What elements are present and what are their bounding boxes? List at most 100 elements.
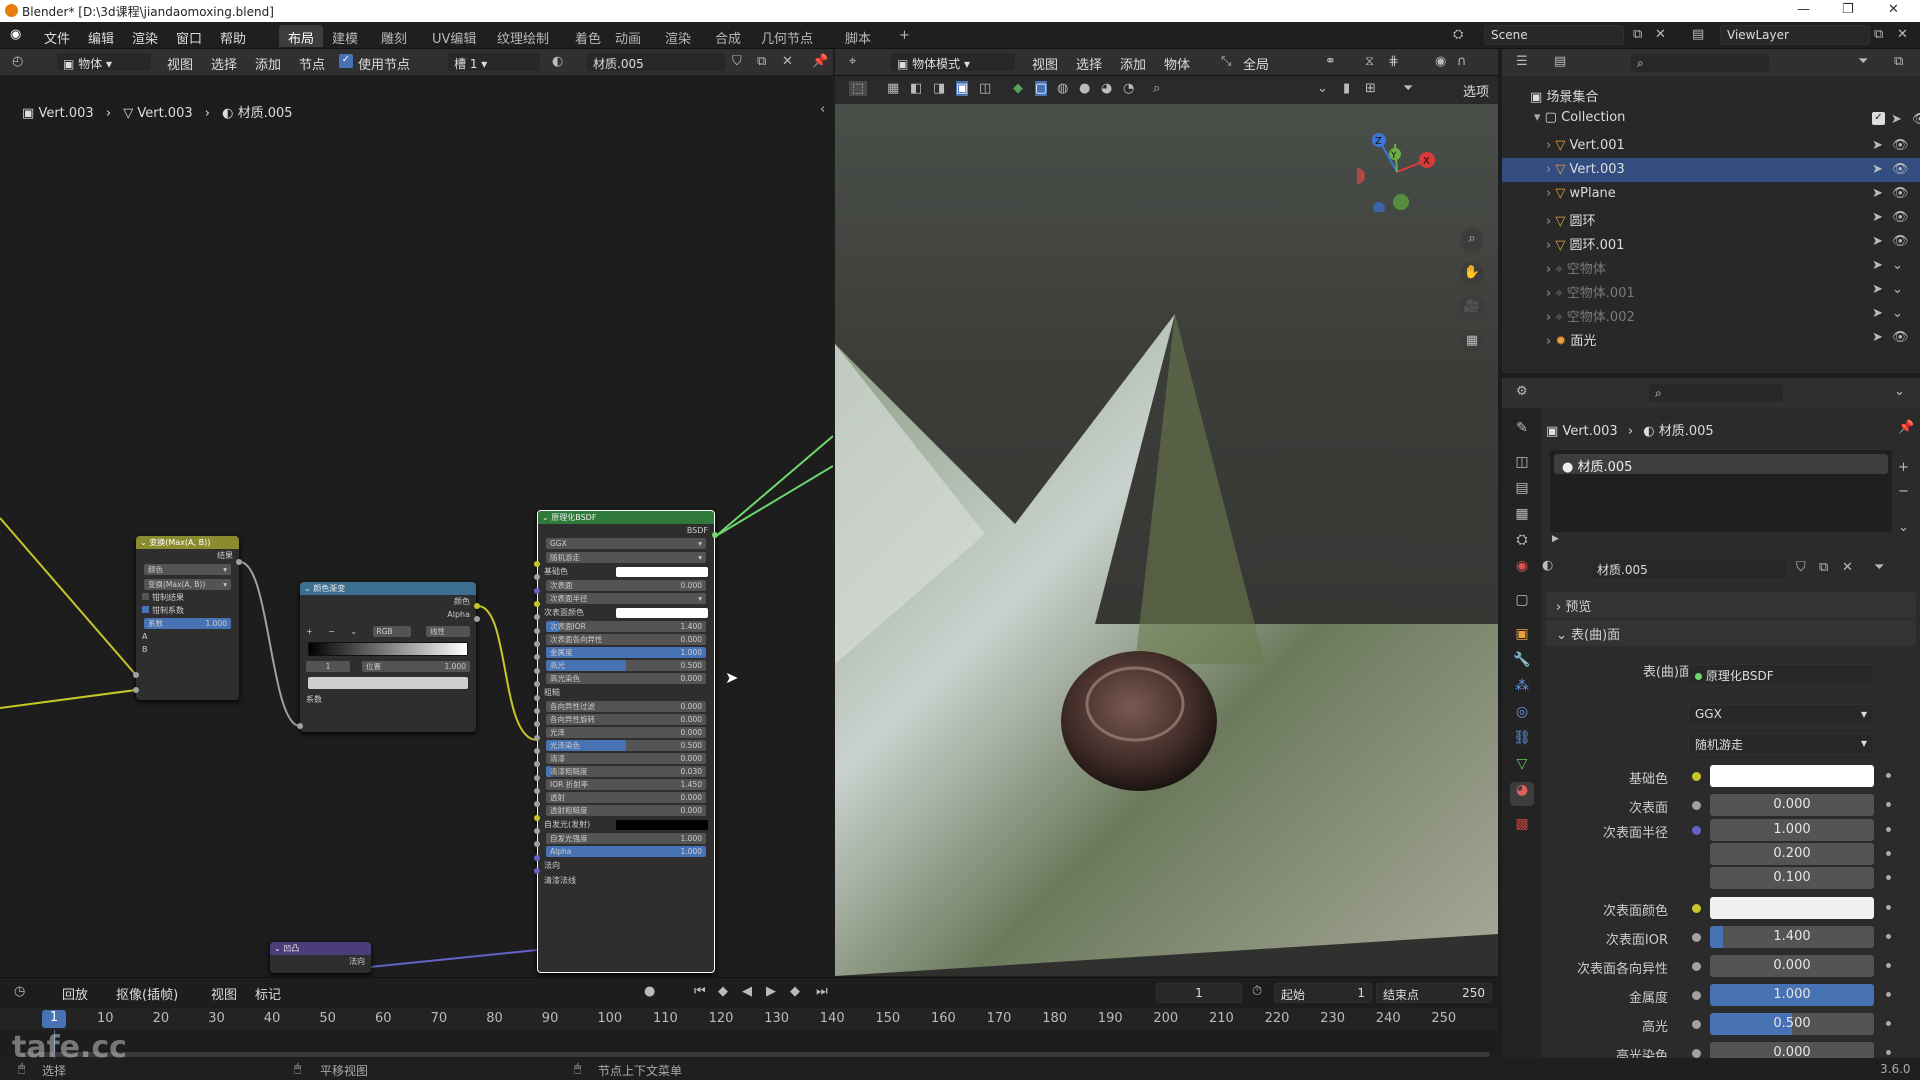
bsdf-value-field[interactable]: 次表面 0.000 [546, 580, 706, 591]
bsdf-value-field[interactable]: 清漆 0.000 [546, 753, 706, 764]
viewport-menu-object[interactable]: 物体 [1164, 54, 1190, 73]
collection-select-icon[interactable]: ➤ [1891, 112, 1902, 127]
visibility-icon[interactable]: ⌄ [1892, 282, 1903, 297]
viewport-menu-view[interactable]: 视图 [1032, 54, 1058, 73]
viewlayer-remove-icon[interactable]: ✕ [1897, 27, 1908, 42]
outliner-item[interactable]: › ⌖ 空物体.001 ➤ ⌄ [1502, 278, 1920, 302]
workspace-tab[interactable]: 几何节点 [752, 25, 822, 47]
math-operation-select[interactable]: 变换(Max(A, B)) ▾ [144, 579, 231, 590]
socket-dot-icon[interactable] [1692, 1049, 1701, 1058]
menu-item[interactable]: 窗口 [176, 28, 202, 47]
select-toggle-icon[interactable]: ➤ [1872, 234, 1883, 249]
ramp-add-icon[interactable]: + [306, 627, 313, 636]
overlay-icon[interactable]: ⌄ [1317, 81, 1328, 96]
visibility-icon[interactable]: 👁 [1892, 138, 1909, 153]
scene-icon[interactable]: ⛭ [1453, 27, 1463, 42]
select-tool-icon[interactable]: ⬚ [849, 81, 867, 96]
clamp-factor-row[interactable]: 钳制系数 [136, 604, 239, 617]
menu-item[interactable]: 帮助 [220, 28, 246, 47]
workspace-tab[interactable]: 雕刻 [372, 25, 416, 47]
expand-arrow-icon[interactable]: › [1546, 286, 1555, 301]
select-intersect-icon[interactable]: ◫ [979, 81, 991, 96]
bsdf-header[interactable]: ⌄ 原理化BSDF [538, 511, 714, 524]
socket-dot-icon[interactable] [1692, 962, 1701, 971]
play-reverse-icon[interactable]: ◀ [742, 984, 752, 999]
material-name-field[interactable]: 材质.005 [586, 52, 726, 72]
timeline-track-area[interactable] [0, 1030, 1498, 1060]
keyframe-dot-icon[interactable] [1886, 905, 1891, 910]
material-browse-props-icon[interactable]: ◐ [1542, 558, 1553, 573]
viewport-menu-add[interactable]: 添加 [1120, 54, 1146, 73]
math-factor-field[interactable]: 系数 1.000 [144, 618, 231, 629]
bsdf-input-socket[interactable] [534, 774, 540, 781]
visibility-icon[interactable]: ⌄ [1892, 306, 1903, 321]
select-toggle-icon[interactable]: ➤ [1872, 186, 1883, 201]
material-browse-icon[interactable]: ◐ [552, 54, 563, 69]
material-slot-item[interactable]: ● 材质.005 [1554, 454, 1888, 475]
node-menu-select[interactable]: 选择 [211, 54, 237, 73]
outliner-item[interactable]: › ▽ 圆环 ➤ 👁 [1502, 206, 1920, 230]
color-swatch-field[interactable] [1710, 897, 1874, 919]
node-menu-view[interactable]: 视图 [167, 54, 193, 73]
blender-menu-icon[interactable]: ◉ [10, 27, 21, 42]
timeline-scrollbar[interactable] [20, 1052, 1490, 1057]
property-value-field[interactable]: 0.000 [1710, 955, 1874, 977]
keyframe-dot-icon[interactable] [1886, 963, 1891, 968]
outliner-item[interactable]: › ⌖ 空物体 ➤ ⌄ [1502, 254, 1920, 278]
shader-type-select[interactable]: ▣ 物体 ▾ [56, 52, 152, 72]
expand-arrow-icon[interactable]: › [1546, 138, 1555, 153]
physics-tab-icon[interactable]: ◎ [1510, 704, 1534, 728]
minimize-button[interactable]: — [1797, 2, 1810, 17]
use-nodes-checkbox[interactable]: ✓ [339, 54, 353, 68]
render-tab-icon[interactable]: ◫ [1510, 454, 1534, 478]
duplicate-material-icon[interactable]: ⧉ [757, 54, 766, 69]
viewlayer-new-icon[interactable]: ⧉ [1874, 27, 1883, 42]
math-node[interactable]: ⌄ 变换(Max(A, B)) 结果 颜色 ▾ 变换(Max(A, B)) ▾ 钳制… [136, 536, 239, 700]
current-frame-field[interactable]: 1 [1156, 983, 1242, 1003]
play-icon[interactable]: ▶ [766, 984, 776, 999]
outliner-search[interactable]: ⌕ [1630, 53, 1770, 73]
gizmo-neg-x[interactable] [1357, 168, 1365, 184]
options-button[interactable]: 选项 [1463, 81, 1489, 100]
props-sss-select[interactable]: 随机游走 ▾ [1688, 733, 1874, 755]
ramp-color-socket[interactable] [474, 603, 480, 609]
bsdf-input-socket[interactable] [534, 707, 540, 714]
workspace-tab[interactable]: 建模 [323, 25, 367, 47]
bsdf-value-field[interactable]: 透射 0.000 [546, 792, 706, 803]
new-collection-icon[interactable]: ⧉ [1894, 54, 1903, 69]
expand-arrow-icon[interactable]: › [1546, 162, 1555, 177]
transform-orientation-icon[interactable]: ⤡ [1221, 54, 1231, 69]
expand-arrow-icon[interactable]: › [1546, 262, 1555, 277]
props-distribution-select[interactable]: GGX ▾ [1688, 704, 1874, 726]
bsdf-value-field[interactable]: 透射粗糙度 0.000 [546, 805, 706, 816]
workspace-tab[interactable]: 合成 [706, 25, 750, 47]
viewport-editor-type-icon[interactable]: ⌖ [849, 54, 856, 69]
outliner-filter-icon[interactable]: ⏷ [1858, 54, 1868, 69]
snap-increment-icon[interactable]: ⋕ [1388, 54, 1399, 69]
principled-bsdf-node[interactable]: ⌄ 原理化BSDF BSDF GGX ▾ 随机游走 ▾ 基础色 次表面 0.000 次表面… [537, 510, 715, 973]
node-menu-node[interactable]: 节点 [299, 54, 325, 73]
viewport-menu-select[interactable]: 选择 [1076, 54, 1102, 73]
pin-icon[interactable]: 📌 [812, 54, 828, 69]
bsdf-input-socket[interactable] [534, 694, 540, 701]
filter-icon[interactable]: ⏷ [1403, 81, 1413, 96]
color-ramp-header[interactable]: ⌄ 颜色渐变 [300, 582, 476, 595]
math-node-header[interactable]: ⌄ 变换(Max(A, B)) [136, 536, 239, 549]
collection-exclude-checkbox[interactable]: ✓ [1872, 112, 1885, 125]
visibility-icon[interactable]: 👁 [1892, 330, 1909, 345]
scene-remove-icon[interactable]: ✕ [1655, 27, 1666, 42]
ramp-mode-select[interactable]: RGB [372, 626, 411, 637]
bsdf-value-field[interactable]: 高光 0.500 [546, 660, 706, 671]
prev-keyframe-icon[interactable]: ◆ [718, 984, 728, 999]
gizmo-neg-y[interactable] [1393, 194, 1409, 210]
socket-dot-icon[interactable] [1692, 772, 1701, 781]
world-tab-icon[interactable]: ◉ [1510, 558, 1534, 582]
node-menu-add[interactable]: 添加 [255, 54, 281, 73]
props-fake-user-icon[interactable]: ⛉ [1796, 560, 1806, 575]
math-b-socket[interactable] [133, 687, 139, 693]
auto-keying-icon[interactable]: ● [644, 984, 655, 999]
property-value-field[interactable]: 1.000 [1710, 819, 1874, 841]
keyframe-dot-icon[interactable] [1886, 934, 1891, 939]
viewport-search-icon[interactable]: ⌕ [1153, 81, 1160, 96]
outliner-item[interactable]: › ✹ 面光 ➤ 👁 [1502, 326, 1920, 350]
